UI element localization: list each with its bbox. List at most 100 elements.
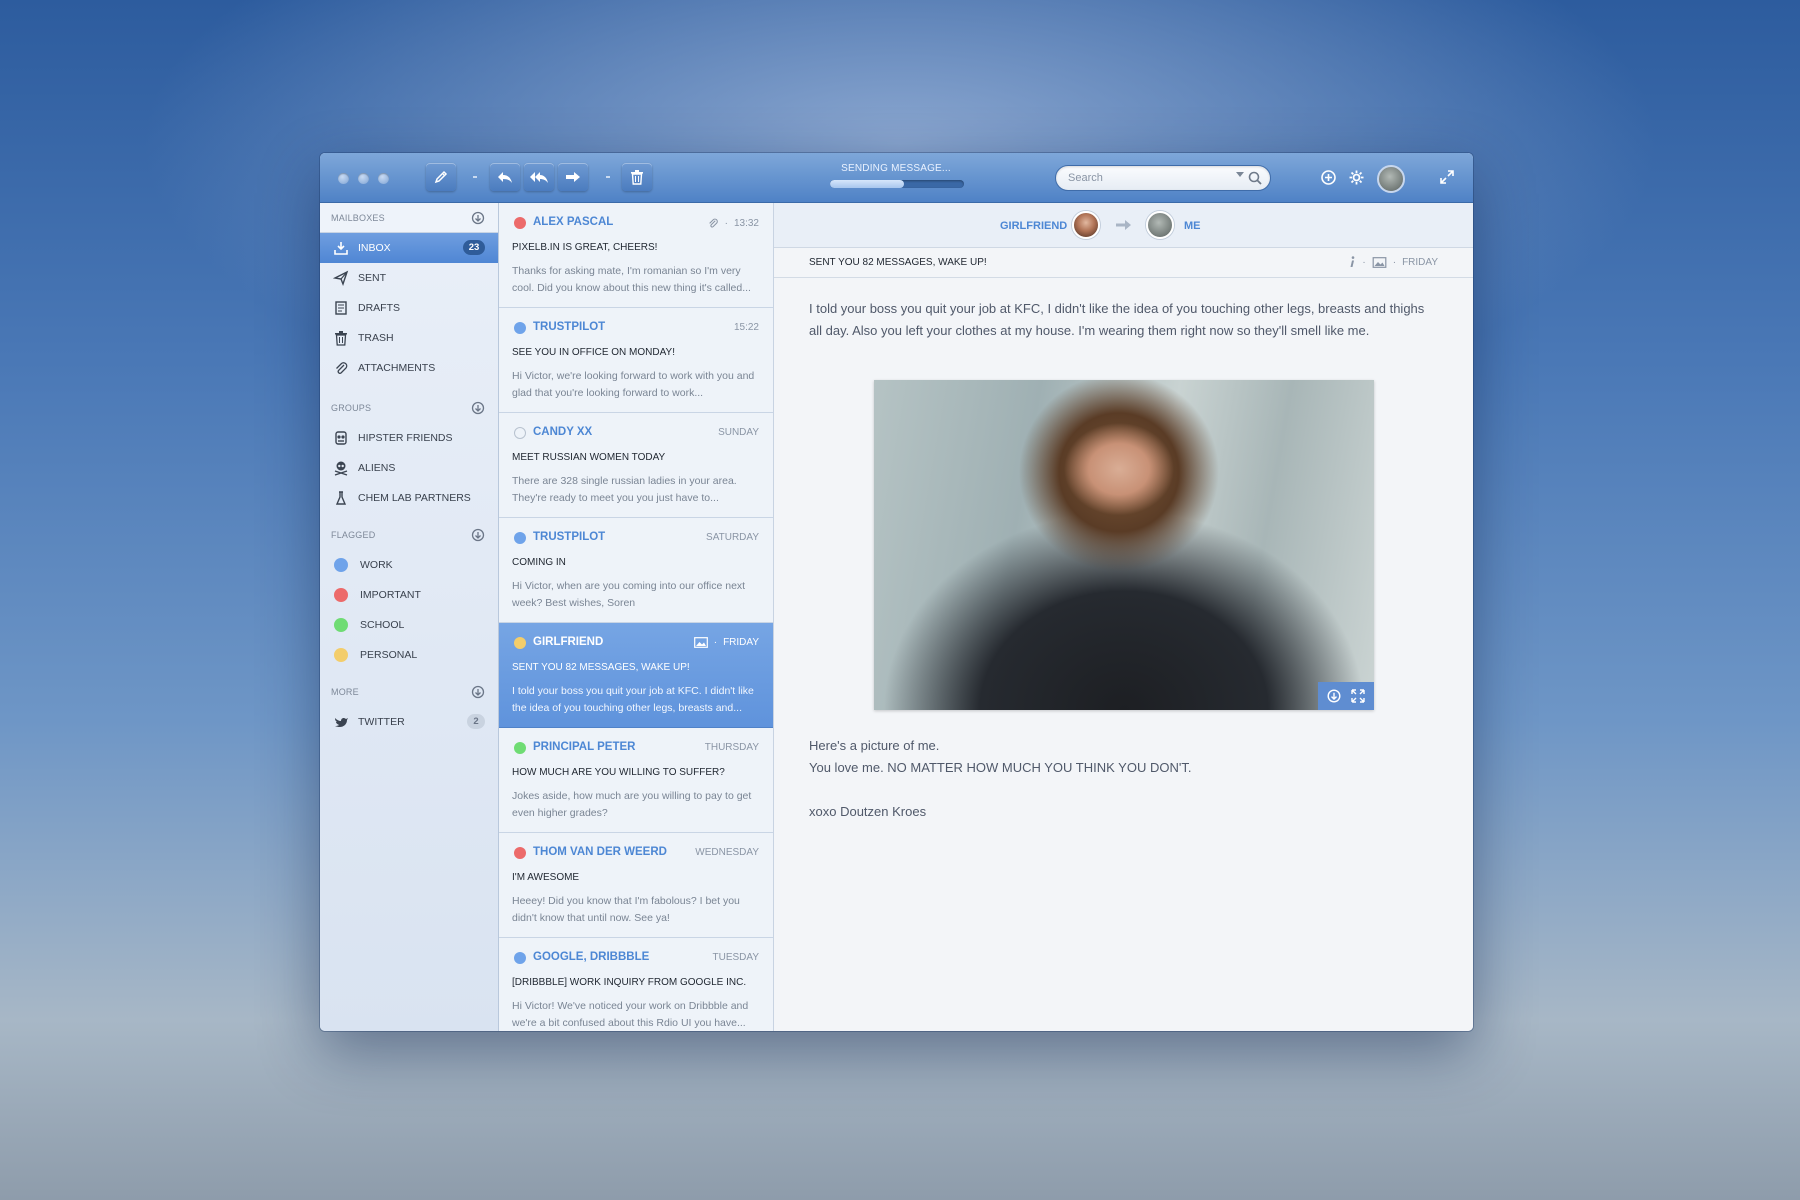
attached-photo[interactable] xyxy=(874,380,1374,710)
search-input[interactable] xyxy=(1068,170,1228,186)
image-icon xyxy=(693,637,708,648)
sidebar-item-label: HIPSTER FRIENDS xyxy=(358,432,453,444)
inbox-icon xyxy=(334,242,348,255)
message-sender: TRUSTPILOT xyxy=(533,321,606,333)
mailboxes-header: MAILBOXES xyxy=(320,203,498,233)
message-item[interactable]: THOM VAN DER WEERD WEDNESDAY I'M AWESOME… xyxy=(499,833,773,938)
sidebar-item-aliens[interactable]: ALIENS xyxy=(320,453,498,483)
message-item[interactable]: TRUSTPILOT SATURDAY COMING IN Hi Victor,… xyxy=(499,518,773,623)
message-subject: COMING IN xyxy=(512,557,566,568)
sidebar-item-chem-lab-partners[interactable]: CHEM LAB PARTNERS xyxy=(320,483,498,513)
expand-icon[interactable] xyxy=(1351,689,1365,703)
chevron-down-icon[interactable] xyxy=(1236,172,1244,178)
from-name[interactable]: GIRLFRIEND xyxy=(1000,220,1067,232)
add-mailbox-icon[interactable] xyxy=(471,211,485,225)
image-icon[interactable] xyxy=(1372,256,1387,268)
add-group-icon[interactable] xyxy=(471,401,485,415)
compose-button[interactable] xyxy=(426,163,456,191)
message-item[interactable]: CANDY XX SUNDAY MEET RUSSIAN WOMEN TODAY… xyxy=(499,413,773,518)
sidebar-item-school[interactable]: SCHOOL xyxy=(320,610,498,640)
message-signature: xoxo Doutzen Kroes xyxy=(809,804,927,819)
sidebar-item-inbox[interactable]: INBOX 23 xyxy=(320,233,498,263)
add-circle-icon[interactable] xyxy=(1320,169,1337,186)
paperclip-icon xyxy=(708,218,718,228)
sidebar-item-label: SCHOOL xyxy=(360,619,405,631)
search-box xyxy=(1055,165,1271,191)
message-item-selected[interactable]: GIRLFRIEND · FRIDAY SENT YOU 82 MESSAGES… xyxy=(499,623,773,728)
sidebar-item-trash[interactable]: TRASH xyxy=(320,323,498,353)
message-subject: I'M AWESOME xyxy=(512,872,580,883)
message-meta: 15:22 xyxy=(734,322,759,333)
twitter-count-badge: 2 xyxy=(467,714,485,729)
message-meta: TUESDAY xyxy=(713,952,760,963)
message-preview: Jokes aside, how much are you willing to… xyxy=(512,790,752,819)
user-avatar[interactable] xyxy=(1377,165,1405,193)
sending-status: SENDING MESSAGE... xyxy=(841,163,951,174)
gear-icon[interactable] xyxy=(1348,169,1365,186)
sidebar-item-label: DRAFTS xyxy=(358,302,400,314)
sender-avatar[interactable] xyxy=(1072,211,1100,239)
flag-color-dot xyxy=(334,648,348,662)
mail-window: SENDING MESSAGE... MAILBOXES INBOX 23 SE… xyxy=(320,153,1473,1031)
message-item[interactable]: TRUSTPILOT 15:22 SEE YOU IN OFFICE ON MO… xyxy=(499,308,773,413)
reply-button[interactable] xyxy=(490,163,520,191)
reply-all-button[interactable] xyxy=(524,163,554,191)
message-item[interactable]: PRINCIPAL PETER THURSDAY HOW MUCH ARE YO… xyxy=(499,728,773,833)
recipient-avatar[interactable] xyxy=(1146,211,1174,239)
add-flag-icon[interactable] xyxy=(471,528,485,542)
message-item[interactable]: GOOGLE, DRIBBBLE TUESDAY [DRIBBBLE] WORK… xyxy=(499,938,773,1031)
sidebar-item-work[interactable]: WORK xyxy=(320,550,498,580)
sidebar-item-sent[interactable]: SENT xyxy=(320,263,498,293)
forward-icon xyxy=(566,172,580,182)
message-time: THURSDAY xyxy=(704,742,759,753)
delete-button[interactable] xyxy=(622,163,652,191)
add-more-icon[interactable] xyxy=(471,685,485,699)
message-body-line: You love me. NO MATTER HOW MUCH YOU THIN… xyxy=(809,760,1192,775)
meta-separator: · xyxy=(713,637,718,648)
sidebar-item-attachments[interactable]: ATTACHMENTS xyxy=(320,353,498,383)
sidebar-item-hipster-friends[interactable]: HIPSTER FRIENDS xyxy=(320,423,498,453)
close-window-button[interactable] xyxy=(338,173,349,184)
meta-separator: · xyxy=(1362,256,1366,268)
sidebar-item-label: WORK xyxy=(360,559,393,571)
info-icon[interactable] xyxy=(1348,256,1356,268)
message-preview: Thanks for asking mate, I'm romanian so … xyxy=(512,265,751,294)
message-time: FRIDAY xyxy=(723,637,759,648)
sidebar-item-label: TWITTER xyxy=(358,716,405,728)
search-icon[interactable] xyxy=(1247,170,1263,186)
message-time: SUNDAY xyxy=(718,427,759,438)
message-subject: SENT YOU 82 MESSAGES, WAKE UP! xyxy=(512,662,690,673)
message-preview: I told your boss you quit your job at KF… xyxy=(512,685,754,714)
fullscreen-icon[interactable] xyxy=(1439,169,1455,185)
sidebar-item-important[interactable]: IMPORTANT xyxy=(320,580,498,610)
message-body-line: Here's a picture of me. xyxy=(809,738,940,753)
forward-button[interactable] xyxy=(558,163,588,191)
toolbar: SENDING MESSAGE... xyxy=(320,153,1473,203)
sidebar-item-twitter[interactable]: TWITTER 2 xyxy=(320,707,498,737)
trash-icon xyxy=(335,331,347,346)
section-label: GROUPS xyxy=(331,403,372,413)
sidebar-item-drafts[interactable]: DRAFTS xyxy=(320,293,498,323)
section-label: MAILBOXES xyxy=(331,213,385,223)
download-icon[interactable] xyxy=(1327,689,1341,703)
progress-fill xyxy=(830,180,904,188)
sidebar-item-label: ATTACHMENTS xyxy=(358,362,436,374)
hipster-icon xyxy=(335,431,347,445)
message-item[interactable]: ALEX PASCAL · 13:32 PIXELB.IN IS GREAT, … xyxy=(499,203,773,308)
message-list: ALEX PASCAL · 13:32 PIXELB.IN IS GREAT, … xyxy=(499,203,774,1031)
reading-pane: GIRLFRIEND ME SENT YOU 82 MESSAGES, WAKE… xyxy=(774,203,1473,1031)
message-time: TUESDAY xyxy=(712,952,760,963)
minimize-window-button[interactable] xyxy=(358,173,369,184)
message-meta: WEDNESDAY xyxy=(695,847,759,858)
to-name[interactable]: ME xyxy=(1184,220,1201,232)
message-meta: SATURDAY xyxy=(706,532,759,543)
flag-color-dot xyxy=(514,532,526,544)
message-subject: [DRIBBBLE] WORK INQUIRY FROM GOOGLE INC. xyxy=(512,977,747,988)
maximize-window-button[interactable] xyxy=(378,173,389,184)
reader-day: FRIDAY xyxy=(1402,256,1438,268)
reader-header: GIRLFRIEND ME xyxy=(774,203,1473,248)
message-preview: Hi Victor, we're looking forward to work… xyxy=(512,370,755,399)
message-body-paragraph: I told your boss you quit your job at KF… xyxy=(809,301,1425,338)
sidebar-item-personal[interactable]: PERSONAL xyxy=(320,640,498,670)
photo-controls xyxy=(1318,682,1374,710)
